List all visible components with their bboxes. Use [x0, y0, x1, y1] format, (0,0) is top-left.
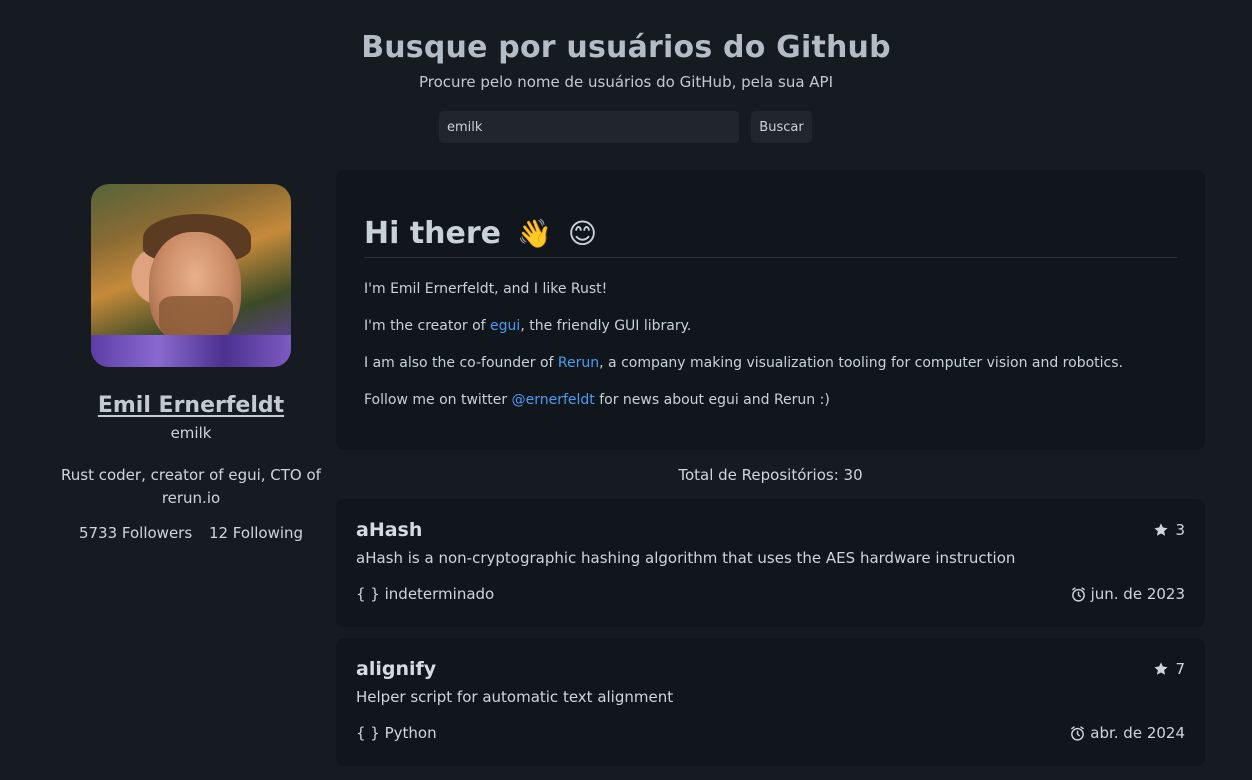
- repo-language: { } indeterminado: [356, 585, 495, 603]
- search-form: Buscar: [439, 111, 812, 143]
- readme-text: , a company making visualization tooling…: [599, 355, 1123, 371]
- repo-date-text: abr. de 2024: [1090, 724, 1185, 742]
- repo-star-count: 7: [1175, 660, 1185, 678]
- following-count: 12 Following: [208, 524, 304, 542]
- repo-star-count: 3: [1175, 521, 1185, 539]
- repo-date: abr. de 2024: [1069, 724, 1185, 742]
- readme-heading-text: Hi there: [364, 216, 502, 251]
- followers-count: 5733 Followers: [78, 524, 193, 542]
- repo-card[interactable]: aHash 3 aHash is a non-cryptographic has…: [336, 499, 1205, 627]
- egui-link[interactable]: egui: [490, 318, 520, 334]
- readme-text: I am also the co-founder of: [364, 355, 558, 371]
- wave-emoji-icon: 👋: [517, 217, 552, 250]
- repo-description: Helper script for automatic text alignme…: [356, 688, 674, 706]
- search-input[interactable]: [439, 111, 739, 143]
- alarm-clock-icon: [1071, 725, 1085, 741]
- readme-paragraph-intro: I'm Emil Ernerfeldt, and I like Rust!: [364, 281, 608, 297]
- rerun-link[interactable]: Rerun: [558, 355, 599, 371]
- repo-card[interactable]: alignify 7 Helper script for automatic t…: [336, 638, 1205, 766]
- star-icon: [1154, 662, 1168, 675]
- star-icon: [1154, 523, 1168, 536]
- avatar-shirt: [91, 335, 291, 367]
- page-header: Busque por usuários do Github Procure pe…: [0, 30, 1252, 91]
- repo-date: jun. de 2023: [1070, 585, 1185, 603]
- avatar: [91, 184, 291, 367]
- readme-paragraph-rerun: I am also the co-founder of Rerun, a com…: [364, 356, 1177, 370]
- readme-paragraph-twitter: Follow me on twitter @ernerfeldt for new…: [364, 393, 1177, 407]
- repo-stars: 3: [1153, 521, 1185, 539]
- readme-text: Follow me on twitter: [364, 392, 512, 408]
- twitter-link[interactable]: @ernerfeldt: [512, 392, 595, 408]
- readme-paragraph-egui: I'm the creator of egui, the friendly GU…: [364, 319, 1177, 333]
- repo-language: { } Python: [356, 724, 437, 742]
- repo-stars: 7: [1153, 660, 1185, 678]
- repo-date-text: jun. de 2023: [1090, 585, 1185, 603]
- readme-card: Hi there 👋 😊 I'm Emil Ernerfeldt, and I …: [336, 170, 1205, 450]
- readme-heading: Hi there 👋 😊: [364, 216, 1177, 258]
- readme-text: I'm the creator of: [364, 318, 491, 334]
- repo-name[interactable]: alignify: [356, 658, 436, 680]
- page-title: Busque por usuários do Github: [361, 30, 891, 65]
- repo-name[interactable]: aHash: [356, 519, 422, 541]
- repo-description: aHash is a non-cryptographic hashing alg…: [356, 549, 1016, 567]
- readme-text: for news about egui and Rerun :): [594, 392, 830, 408]
- readme-text: , the friendly GUI library.: [520, 318, 692, 334]
- search-button[interactable]: Buscar: [751, 111, 812, 143]
- profile-stats: 5733 Followers 12 Following: [50, 524, 332, 542]
- alarm-clock-icon: [1071, 586, 1085, 602]
- page-subtitle: Procure pelo nome de usuários do GitHub,…: [418, 73, 834, 91]
- profile-login: emilk: [170, 424, 212, 442]
- profile-panel: Emil Ernerfeldt emilk Rust coder, creato…: [50, 184, 332, 542]
- profile-name-link[interactable]: Emil Ernerfeldt: [98, 393, 284, 418]
- repo-total: Total de Repositórios: 30: [678, 466, 863, 484]
- profile-bio: Rust coder, creator of egui, CTO of reru…: [61, 466, 321, 507]
- smile-emoji-icon: 😊: [567, 217, 598, 250]
